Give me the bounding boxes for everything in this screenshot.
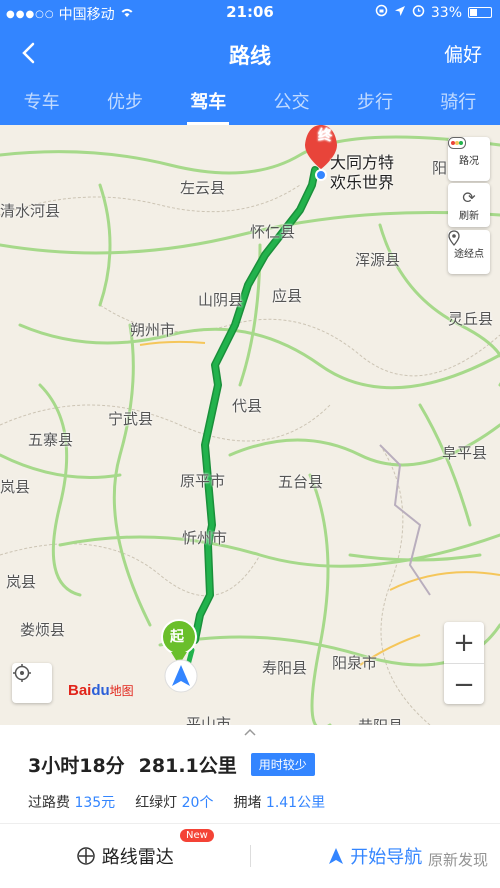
refresh-icon: ⟳ xyxy=(462,187,476,207)
map-view[interactable]: 终 大同方特 欢乐世界 起 左云县 清水河县 怀仁县 浑源县 山阴县 应县 朔州… xyxy=(0,125,500,725)
map-label: 清水河县 xyxy=(0,202,61,220)
chevron-up-icon xyxy=(244,728,256,736)
route-radar-button[interactable]: 路线雷达 New xyxy=(0,829,250,869)
toll-info: 过路费 135元 xyxy=(28,792,115,812)
traffic-button[interactable]: 路况 xyxy=(448,137,490,181)
tab-drive[interactable]: 驾车 xyxy=(167,82,250,125)
tab-bike[interactable]: 骑行 xyxy=(417,82,500,125)
destination-name: 大同方特 欢乐世界 xyxy=(330,153,394,193)
alarm-icon xyxy=(412,4,425,21)
zoom-control: + − xyxy=(444,622,484,704)
destination-name-line2: 欢乐世界 xyxy=(330,173,395,192)
expand-handle[interactable] xyxy=(0,725,500,739)
preference-button[interactable]: 偏好 xyxy=(444,40,482,67)
crosshair-icon xyxy=(13,664,31,682)
toll-label: 过路费 xyxy=(28,795,70,811)
lights-value: 20个 xyxy=(181,795,214,811)
header: ●●●○○ 中国移动 21:06 33% 路线 偏好 专车 优步 驾车 公交 步… xyxy=(0,0,500,125)
map-label: 昔阳县 xyxy=(358,715,403,725)
map-label: 浑源县 xyxy=(355,251,401,269)
destination-name-line1: 大同方特 xyxy=(330,153,395,172)
route-duration: 3小时18分 xyxy=(28,755,125,777)
map-label: 怀仁县 xyxy=(250,223,296,241)
waypoint-label: 途经点 xyxy=(454,248,484,260)
jam-label: 拥堵 xyxy=(233,795,262,811)
zoom-in-button[interactable]: + xyxy=(444,622,484,663)
map-label: 忻州市 xyxy=(182,529,228,547)
status-right: 33% xyxy=(375,4,492,21)
status-bar: ●●●○○ 中国移动 21:06 33% xyxy=(0,0,500,24)
map-canvas xyxy=(0,125,500,725)
logo-du: du xyxy=(91,682,110,699)
location-arrow-icon xyxy=(394,5,406,21)
map-label: 娄烦县 xyxy=(20,621,66,639)
lights-label: 红绿灯 xyxy=(135,795,178,811)
route-summary: 3小时18分 281.1公里 用时较少 xyxy=(28,751,315,778)
battery-percent: 33% xyxy=(430,4,462,21)
map-label: 原平市 xyxy=(180,472,226,490)
map-label: 五寨县 xyxy=(28,431,74,449)
new-badge: New xyxy=(180,829,214,842)
logo-bai: Bai xyxy=(68,682,92,699)
logo-cn: 地图 xyxy=(109,684,134,698)
map-label: 山阴县 xyxy=(198,291,244,309)
current-location-arrow xyxy=(164,659,198,693)
mode-tabs: 专车 优步 驾车 公交 步行 骑行 xyxy=(0,82,500,125)
map-label: 阳泉市 xyxy=(332,654,378,672)
route-distance: 281.1公里 xyxy=(138,755,237,777)
start-marker-text: 起 xyxy=(170,629,184,645)
traffic-label: 路况 xyxy=(459,155,479,167)
baidu-map-logo: Baidu地图 xyxy=(68,682,134,699)
nav-bar: 路线 偏好 xyxy=(0,30,500,78)
battery-icon xyxy=(468,7,492,18)
navigation-arrow-icon xyxy=(329,848,344,864)
action-bar: 路线雷达 New 开始导航 xyxy=(0,824,500,888)
map-label: 平山市 xyxy=(186,715,232,725)
jam-value: 1.41公里 xyxy=(265,795,326,811)
jam-info: 拥堵 1.41公里 xyxy=(233,792,325,812)
map-label: 阳 xyxy=(432,159,448,177)
map-label: 应县 xyxy=(272,287,303,305)
route-panel: 3小时18分 281.1公里 用时较少 过路费 135元 红绿灯 20个 拥堵 … xyxy=(0,725,500,888)
zoom-out-button[interactable]: − xyxy=(444,664,484,705)
map-label: 左云县 xyxy=(180,179,226,197)
refresh-label: 刷新 xyxy=(459,210,479,222)
refresh-button[interactable]: ⟳ 刷新 xyxy=(448,183,490,227)
start-navigation-label: 开始导航 xyxy=(350,847,423,868)
map-label: 灵丘县 xyxy=(448,310,494,328)
map-label: 岚县 xyxy=(0,478,31,496)
radar-icon xyxy=(77,847,95,865)
toll-value: 135元 xyxy=(74,795,116,811)
route-radar-label: 路线雷达 xyxy=(101,847,174,868)
route-details: 过路费 135元 红绿灯 20个 拥堵 1.41公里 xyxy=(28,792,325,812)
waypoint-button[interactable]: 途经点 xyxy=(448,230,490,274)
map-label: 宁武县 xyxy=(108,410,154,428)
map-label: 岚县 xyxy=(6,573,37,591)
map-label: 阜平县 xyxy=(442,444,488,462)
rotation-lock-icon xyxy=(375,4,388,21)
route-tag: 用时较少 xyxy=(250,753,315,776)
destination-marker-text: 终 xyxy=(318,128,332,144)
tab-transit[interactable]: 公交 xyxy=(250,82,333,125)
watermark: 原新发现 xyxy=(427,851,488,869)
tab-walk[interactable]: 步行 xyxy=(333,82,416,125)
map-label: 寿阳县 xyxy=(262,659,308,677)
locate-button[interactable] xyxy=(12,663,52,703)
tab-taxi[interactable]: 专车 xyxy=(0,82,83,125)
page-title: 路线 xyxy=(229,44,271,68)
refresh-control[interactable]: ⟳ 刷新 xyxy=(448,183,490,227)
map-label: 五台县 xyxy=(278,473,324,491)
lights-info: 红绿灯 20个 xyxy=(135,792,213,812)
map-label: 代县 xyxy=(232,397,263,415)
traffic-control[interactable]: 路况 xyxy=(448,137,490,181)
waypoint-control[interactable]: 途经点 xyxy=(448,230,490,274)
tab-uber[interactable]: 优步 xyxy=(83,82,166,125)
map-label: 朔州市 xyxy=(130,321,176,339)
